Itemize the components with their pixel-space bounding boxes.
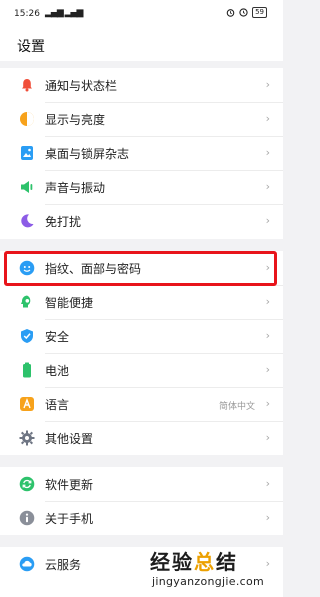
settings-item-smart-assist[interactable]: 智能便捷 › (0, 285, 283, 319)
settings-item-label: 显示与亮度 (45, 113, 106, 127)
chevron-right-icon: › (265, 431, 270, 444)
settings-group-2: 指纹、面部与密码 › 智能便捷 › 安全 › 电池 › 语言 简体中文 › 其他… (0, 251, 283, 455)
face-icon (19, 260, 35, 276)
settings-item-language[interactable]: 语言 简体中文 › (0, 387, 283, 421)
settings-item-battery[interactable]: 电池 › (0, 353, 283, 387)
cloud-icon (19, 556, 35, 572)
settings-item-label: 通知与状态栏 (45, 79, 118, 93)
battery-icon (19, 362, 35, 378)
bell-icon (19, 77, 35, 93)
settings-item-display[interactable]: 显示与亮度 › (0, 102, 283, 136)
chevron-right-icon: › (265, 477, 270, 490)
watermark-logo: 经验总结 (150, 550, 238, 574)
settings-item-label: 软件更新 (45, 478, 94, 492)
language-value: 简体中文 (218, 402, 255, 412)
smart-assist-icon (19, 294, 35, 310)
settings-item-wallpaper[interactable]: 桌面与锁屏杂志 › (0, 136, 283, 170)
settings-group-3: 软件更新 › 关于手机 › (0, 467, 283, 535)
chevron-right-icon: › (265, 511, 270, 524)
chevron-right-icon: › (265, 78, 270, 91)
status-right: 59 (226, 7, 267, 18)
chevron-right-icon: › (265, 214, 270, 227)
status-bar: 15:26 ▂▄▆ ▂▄▆ 59 (0, 0, 283, 24)
status-time: 15:26 (14, 9, 40, 19)
settings-item-label: 电池 (45, 364, 70, 378)
settings-item-label: 免打扰 (45, 215, 82, 229)
chevron-right-icon: › (265, 261, 270, 274)
page-title: 设置 (17, 39, 45, 55)
settings-item-biometrics[interactable]: 指纹、面部与密码 › (0, 251, 283, 285)
chevron-right-icon: › (265, 146, 270, 159)
settings-item-label: 声音与振动 (45, 181, 106, 195)
chevron-right-icon: › (265, 363, 270, 376)
speaker-icon (19, 179, 35, 195)
alarm-icon (226, 9, 235, 17)
settings-item-notifications[interactable]: 通知与状态栏 › (0, 68, 283, 102)
watermark: 经验总结 jingyanzongjie.com (150, 542, 283, 597)
settings-group-1: 通知与状态栏 › 显示与亮度 › 桌面与锁屏杂志 › 声音与振动 › 免打扰 › (0, 68, 283, 239)
battery-indicator: 59 (252, 7, 267, 18)
chevron-right-icon: › (265, 329, 270, 342)
header: 设置 (0, 24, 283, 61)
info-icon (19, 510, 35, 526)
settings-item-label: 其他设置 (45, 432, 94, 446)
settings-item-sound[interactable]: 声音与振动 › (0, 170, 283, 204)
settings-item-label: 桌面与锁屏杂志 (45, 147, 130, 161)
gear-icon (19, 430, 35, 446)
settings-item-label: 智能便捷 (45, 296, 94, 310)
settings-item-security[interactable]: 安全 › (0, 319, 283, 353)
wallpaper-icon (19, 145, 35, 161)
chevron-right-icon: › (265, 397, 270, 410)
dnd-clock-icon (239, 8, 248, 17)
watermark-url: jingyanzongjie.com (152, 575, 265, 588)
chevron-right-icon: › (265, 112, 270, 125)
brightness-icon (19, 111, 35, 127)
chevron-right-icon: › (265, 180, 270, 193)
settings-item-other[interactable]: 其他设置 › (0, 421, 283, 455)
moon-icon (19, 213, 35, 229)
settings-item-label: 指纹、面部与密码 (45, 262, 142, 276)
settings-item-label: 云服务 (45, 558, 82, 572)
settings-item-about-phone[interactable]: 关于手机 › (0, 501, 283, 535)
language-icon (19, 396, 35, 412)
signal-icon: ▂▄▆ ▂▄▆ (45, 8, 83, 18)
settings-item-software-update[interactable]: 软件更新 › (0, 467, 283, 501)
settings-item-label: 语言 (45, 398, 70, 412)
settings-item-label: 关于手机 (45, 512, 94, 526)
settings-item-dnd[interactable]: 免打扰 › (0, 204, 283, 238)
shield-icon (19, 328, 35, 344)
update-icon (19, 476, 35, 492)
settings-item-label: 安全 (45, 330, 70, 344)
chevron-right-icon: › (265, 295, 270, 308)
